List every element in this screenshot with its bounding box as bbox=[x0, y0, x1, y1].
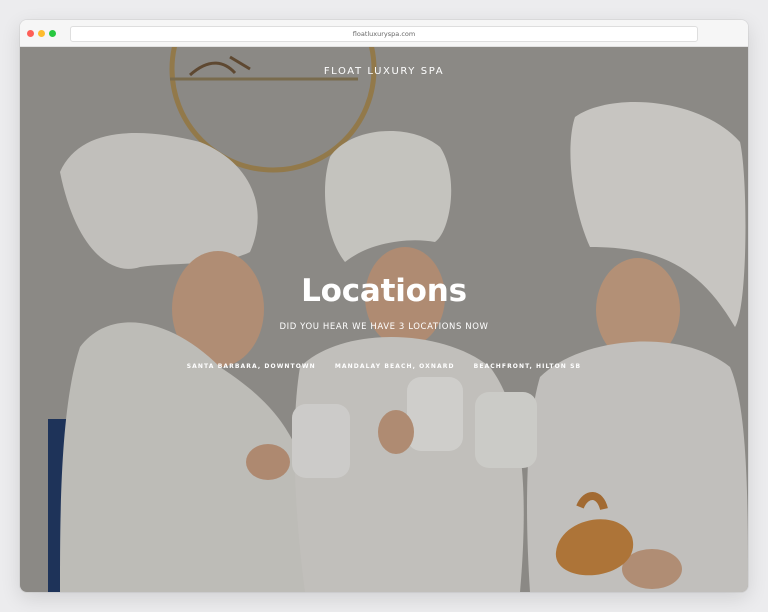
page-viewport: FLOAT LUXURY SPA Locations DID YOU HEAR … bbox=[20, 47, 748, 592]
minimize-window-button[interactable] bbox=[38, 30, 45, 37]
browser-toolbar: floatluxuryspa.com bbox=[20, 20, 748, 47]
address-bar[interactable]: floatluxuryspa.com bbox=[70, 26, 698, 42]
page-title: Locations bbox=[301, 273, 467, 309]
location-link-beachfront-hilton[interactable]: BEACHFRONT, HILTON SB bbox=[474, 363, 582, 370]
location-link-santa-barbara[interactable]: SANTA BARBARA, DOWNTOWN bbox=[187, 363, 316, 370]
maximize-window-button[interactable] bbox=[49, 30, 56, 37]
hero-overlay bbox=[20, 47, 748, 592]
site-logo[interactable]: FLOAT LUXURY SPA bbox=[20, 66, 748, 77]
page-subtitle: DID YOU HEAR WE HAVE 3 LOCATIONS NOW bbox=[279, 322, 489, 332]
browser-window: floatluxuryspa.com FLOAT LUXURY SPA Loca… bbox=[20, 20, 748, 592]
close-window-button[interactable] bbox=[27, 30, 34, 37]
location-link-mandalay-beach[interactable]: MANDALAY BEACH, OXNARD bbox=[335, 363, 455, 370]
location-links: SANTA BARBARA, DOWNTOWN MANDALAY BEACH, … bbox=[20, 353, 748, 372]
